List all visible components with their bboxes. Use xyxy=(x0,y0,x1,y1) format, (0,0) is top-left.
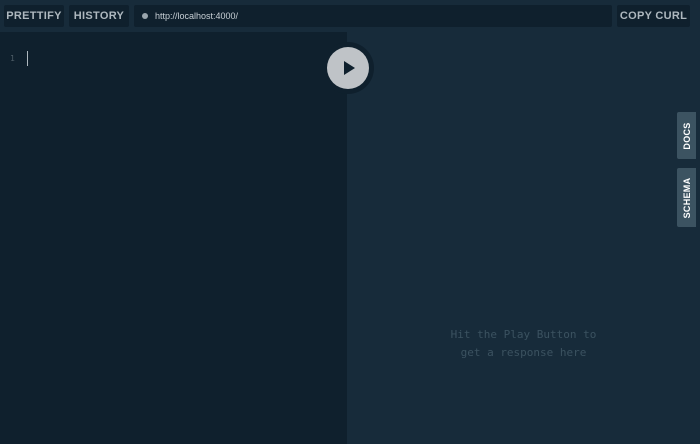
endpoint-url-input[interactable]: http://localhost:4000/ xyxy=(134,5,612,27)
graphql-playground: PRETTIFY HISTORY http://localhost:4000/ … xyxy=(0,0,700,444)
text-cursor xyxy=(27,51,28,66)
schema-tab[interactable]: SCHEMA xyxy=(677,168,696,227)
query-editor[interactable]: 1 xyxy=(0,32,347,444)
result-pane: Hit the Play Button to get a response he… xyxy=(347,32,700,444)
play-icon xyxy=(344,61,355,75)
history-button[interactable]: HISTORY xyxy=(69,5,129,27)
play-button[interactable] xyxy=(327,47,369,89)
toolbar: PRETTIFY HISTORY http://localhost:4000/ … xyxy=(0,0,700,32)
placeholder-line-1: Hit the Play Button to xyxy=(450,328,597,341)
line-number: 1 xyxy=(10,54,15,63)
schema-tab-label: SCHEMA xyxy=(681,177,692,218)
placeholder-line-2: get a response here xyxy=(460,346,587,359)
status-dot-icon xyxy=(142,13,148,19)
copy-curl-button[interactable]: COPY CURL xyxy=(617,5,690,27)
docs-tab[interactable]: DOCS xyxy=(677,112,696,159)
endpoint-url-text: http://localhost:4000/ xyxy=(155,11,239,21)
result-placeholder: Hit the Play Button to get a response he… xyxy=(347,326,700,362)
docs-tab-label: DOCS xyxy=(681,121,692,150)
prettify-button[interactable]: PRETTIFY xyxy=(4,5,64,27)
